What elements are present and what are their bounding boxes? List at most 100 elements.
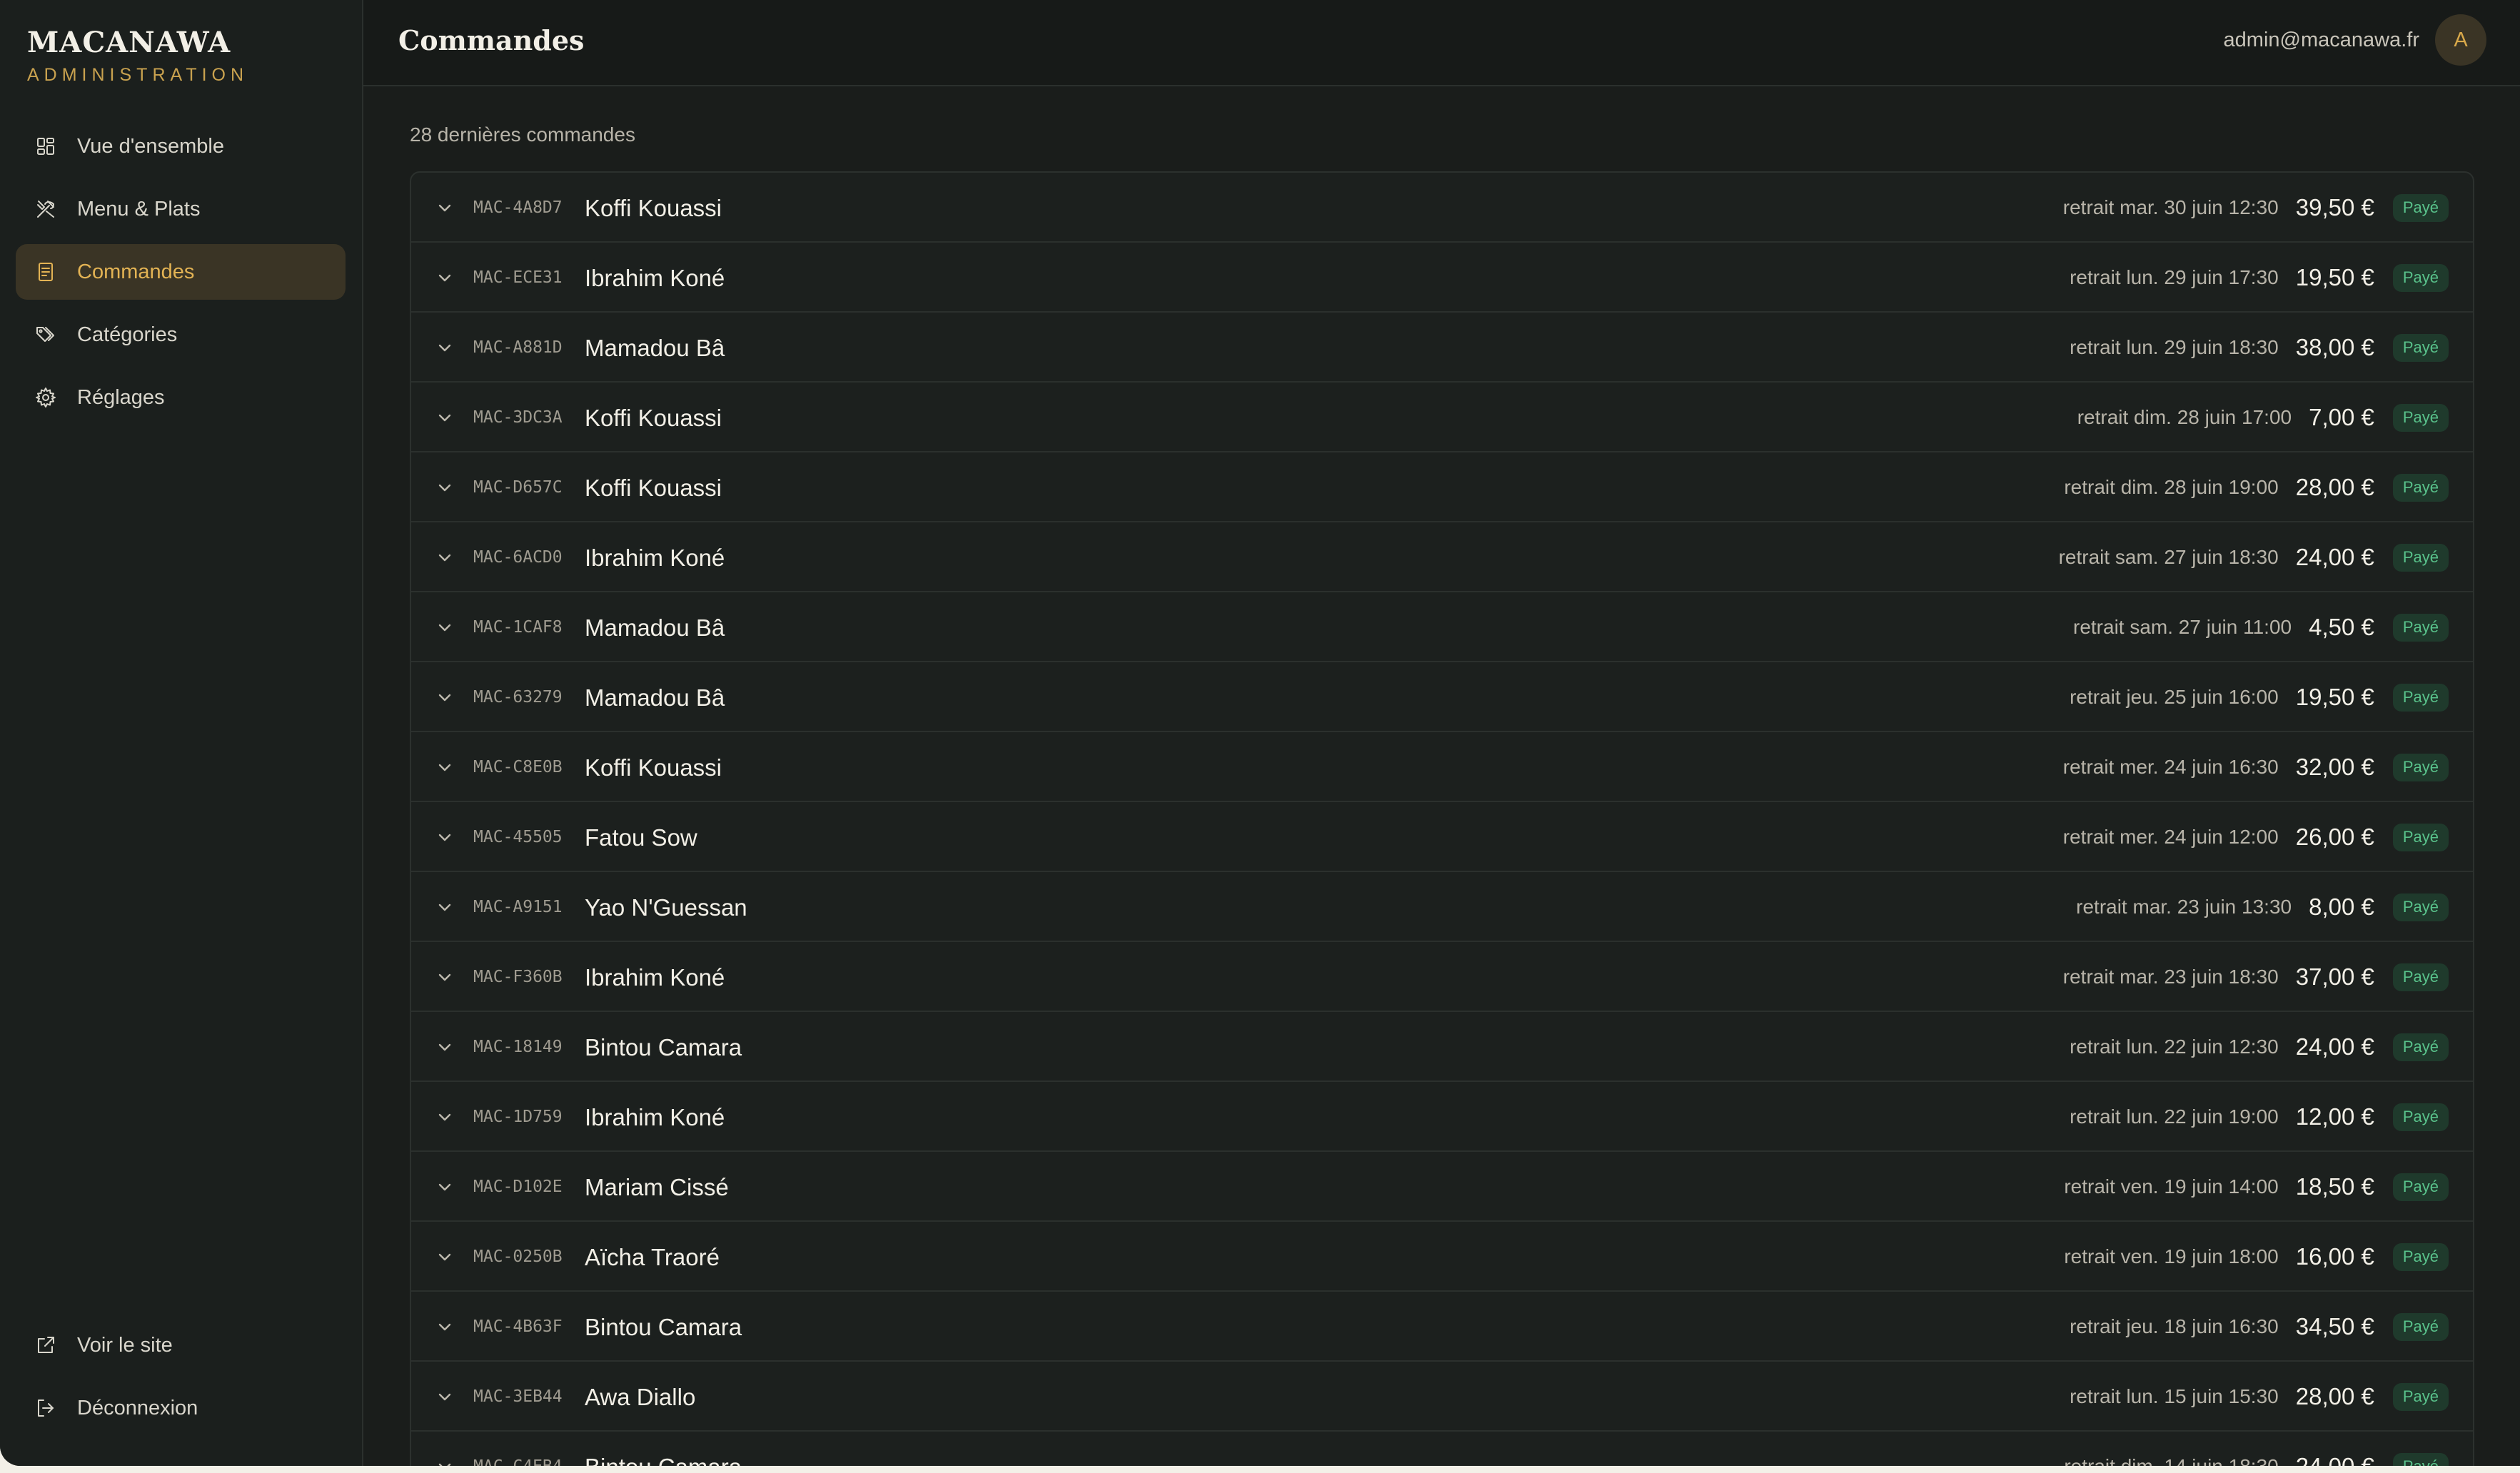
order-amount: 24,00 € xyxy=(2296,1453,2374,1466)
orders-count-caption: 28 dernières commandes xyxy=(410,123,635,146)
chevron-down-icon[interactable] xyxy=(435,268,454,287)
order-amount: 32,00 € xyxy=(2295,754,2374,780)
order-pickup-time: retrait ven. 19 juin 18:00 xyxy=(2064,1245,2279,1267)
order-customer: Mamadou Bâ xyxy=(585,684,725,711)
order-ref: MAC-1D759 xyxy=(473,1108,563,1126)
status-badge: Payé xyxy=(2392,263,2449,292)
order-row[interactable]: MAC-C8E0B Koffi Kouassi retrait mer. 24 … xyxy=(411,732,2473,802)
order-amount: 16,00 € xyxy=(2295,1243,2374,1270)
order-meta: retrait mer. 24 juin 12:00 26,00 € Payé xyxy=(2063,802,2449,872)
chevron-down-icon[interactable] xyxy=(435,408,454,427)
order-ref: MAC-C4EB4 xyxy=(473,1457,563,1466)
user-email: admin@macanawa.fr xyxy=(2223,29,2419,51)
order-amount: 8,00 € xyxy=(2309,894,2374,920)
order-amount: 28,00 € xyxy=(2295,1383,2374,1409)
chevron-down-icon[interactable] xyxy=(435,1247,454,1266)
order-meta: retrait lun. 22 juin 12:30 24,00 € Payé xyxy=(2070,1012,2449,1082)
status-badge: Payé xyxy=(2392,893,2449,921)
view-site-link[interactable]: Voir le site xyxy=(16,1317,346,1373)
top-header: Commandes admin@macanawa.fr A xyxy=(363,0,2520,86)
order-customer: Mamadou Bâ xyxy=(585,335,725,361)
chevron-down-icon[interactable] xyxy=(435,548,454,567)
order-meta: retrait sam. 27 juin 18:30 24,00 € Payé xyxy=(2059,522,2449,592)
order-row[interactable]: MAC-3EB44 Awa Diallo retrait lun. 15 jui… xyxy=(411,1362,2473,1432)
order-row[interactable]: MAC-6ACD0 Ibrahim Koné retrait sam. 27 j… xyxy=(411,522,2473,592)
order-meta: retrait ven. 19 juin 18:00 16,00 € Payé xyxy=(2064,1222,2449,1292)
order-row[interactable]: MAC-18149 Bintou Camara retrait lun. 22 … xyxy=(411,1012,2473,1082)
order-row[interactable]: MAC-F360B Ibrahim Koné retrait mar. 23 j… xyxy=(411,942,2473,1012)
order-amount: 18,50 € xyxy=(2295,1173,2374,1200)
order-row[interactable]: MAC-63279 Mamadou Bâ retrait jeu. 25 jui… xyxy=(411,662,2473,732)
order-pickup-time: retrait lun. 15 juin 15:30 xyxy=(2070,1385,2279,1407)
order-customer: Koffi Kouassi xyxy=(585,195,722,221)
order-ref: MAC-D657C xyxy=(473,478,563,497)
order-amount: 7,00 € xyxy=(2309,404,2374,430)
chevron-down-icon[interactable] xyxy=(435,198,454,217)
order-amount: 24,00 € xyxy=(2295,544,2374,570)
order-ref: MAC-6ACD0 xyxy=(473,548,563,567)
chevron-down-icon[interactable] xyxy=(435,1317,454,1336)
order-meta: retrait dim. 28 juin 17:00 7,00 € Payé xyxy=(2077,383,2449,452)
order-amount: 19,50 € xyxy=(2295,684,2374,710)
status-badge: Payé xyxy=(2392,473,2449,502)
order-row[interactable]: MAC-1D759 Ibrahim Koné retrait lun. 22 j… xyxy=(411,1082,2473,1152)
chevron-down-icon[interactable] xyxy=(435,618,454,637)
order-meta: retrait dim. 14 juin 18:30 24,00 € Payé xyxy=(2064,1432,2449,1466)
order-pickup-time: retrait mar. 23 juin 13:30 xyxy=(2076,896,2292,918)
sidebar-item-label: Commandes xyxy=(77,260,195,283)
order-pickup-time: retrait lun. 22 juin 12:30 xyxy=(2070,1036,2279,1058)
chevron-down-icon[interactable] xyxy=(435,338,454,357)
order-pickup-time: retrait dim. 14 juin 18:30 xyxy=(2064,1455,2278,1466)
order-customer: Ibrahim Koné xyxy=(585,545,725,571)
order-ref: MAC-D102E xyxy=(473,1178,563,1196)
order-row[interactable]: MAC-C4EB4 Bintou Camara retrait dim. 14 … xyxy=(411,1432,2473,1466)
status-badge: Payé xyxy=(2392,333,2449,362)
status-badge: Payé xyxy=(2392,1382,2449,1411)
status-badge: Payé xyxy=(2392,193,2449,222)
brand-logo[interactable]: MACANAWA ADMINISTRATION xyxy=(27,26,248,86)
chevron-down-icon[interactable] xyxy=(435,758,454,776)
order-pickup-time: retrait lun. 29 juin 18:30 xyxy=(2070,336,2279,358)
order-customer: Bintou Camara xyxy=(585,1034,742,1061)
chevron-down-icon[interactable] xyxy=(435,1387,454,1406)
main-content: 28 dernières commandes MAC-4A8D7 Koffi K… xyxy=(363,86,2520,1466)
chevron-down-icon[interactable] xyxy=(435,898,454,916)
chevron-down-icon[interactable] xyxy=(435,1457,454,1466)
chevron-down-icon[interactable] xyxy=(435,1108,454,1126)
order-customer: Mariam Cissé xyxy=(585,1174,729,1200)
order-amount: 26,00 € xyxy=(2295,824,2374,850)
sidebar-item-menu[interactable]: Menu & Plats xyxy=(16,181,346,237)
sidebar-item-settings[interactable]: Réglages xyxy=(16,370,346,425)
order-row[interactable]: MAC-A9151 Yao N'Guessan retrait mar. 23 … xyxy=(411,872,2473,942)
order-meta: retrait ven. 19 juin 14:00 18,50 € Payé xyxy=(2064,1152,2449,1222)
sidebar-item-orders[interactable]: Commandes xyxy=(16,244,346,300)
order-row[interactable]: MAC-0250B Aïcha Traoré retrait ven. 19 j… xyxy=(411,1222,2473,1292)
order-pickup-time: retrait dim. 28 juin 17:00 xyxy=(2077,406,2292,428)
order-customer: Koffi Kouassi xyxy=(585,754,722,781)
order-row[interactable]: MAC-3DC3A Koffi Kouassi retrait dim. 28 … xyxy=(411,383,2473,452)
order-amount: 34,50 € xyxy=(2295,1313,2374,1340)
chevron-down-icon[interactable] xyxy=(435,1038,454,1056)
chevron-down-icon[interactable] xyxy=(435,688,454,707)
order-row[interactable]: MAC-4A8D7 Koffi Kouassi retrait mar. 30 … xyxy=(411,173,2473,243)
sidebar-item-categories[interactable]: Catégories xyxy=(16,307,346,363)
order-row[interactable]: MAC-A881D Mamadou Bâ retrait lun. 29 jui… xyxy=(411,313,2473,383)
sidebar-item-overview[interactable]: Vue d'ensemble xyxy=(16,118,346,174)
order-row[interactable]: MAC-ECE31 Ibrahim Koné retrait lun. 29 j… xyxy=(411,243,2473,313)
chevron-down-icon[interactable] xyxy=(435,968,454,986)
avatar[interactable]: A xyxy=(2435,14,2486,66)
order-row[interactable]: MAC-45505 Fatou Sow retrait mer. 24 juin… xyxy=(411,802,2473,872)
chevron-down-icon[interactable] xyxy=(435,828,454,846)
order-meta: retrait mer. 24 juin 16:30 32,00 € Payé xyxy=(2063,732,2449,802)
brand-name: MACANAWA xyxy=(27,26,231,59)
order-ref: MAC-3EB44 xyxy=(473,1387,563,1406)
chevron-down-icon[interactable] xyxy=(435,478,454,497)
order-customer: Ibrahim Koné xyxy=(585,265,725,291)
order-amount: 37,00 € xyxy=(2295,963,2374,990)
logout-button[interactable]: Déconnexion xyxy=(16,1380,346,1436)
order-row[interactable]: MAC-4B63F Bintou Camara retrait jeu. 18 … xyxy=(411,1292,2473,1362)
chevron-down-icon[interactable] xyxy=(435,1178,454,1196)
order-row[interactable]: MAC-D102E Mariam Cissé retrait ven. 19 j… xyxy=(411,1152,2473,1222)
order-row[interactable]: MAC-1CAF8 Mamadou Bâ retrait sam. 27 jui… xyxy=(411,592,2473,662)
order-row[interactable]: MAC-D657C Koffi Kouassi retrait dim. 28 … xyxy=(411,452,2473,522)
